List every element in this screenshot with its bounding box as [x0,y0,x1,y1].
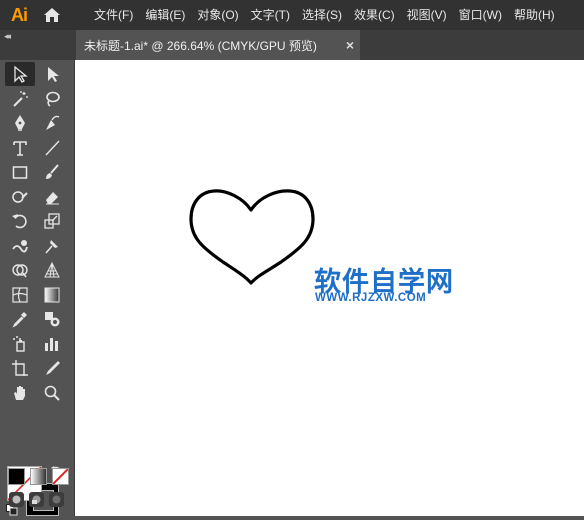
heart-shape[interactable] [187,186,315,290]
warp-tool-icon[interactable] [5,234,35,258]
close-tab-icon[interactable]: × [346,37,354,53]
rectangle-tool-icon[interactable] [5,160,35,184]
menu-effect[interactable]: 效果(C) [348,0,401,30]
scale-tool-icon[interactable] [37,209,67,233]
menu-object[interactable]: 对象(O) [191,0,244,30]
symbol-sprayer-tool-icon[interactable] [5,332,35,356]
magic-wand-tool-icon[interactable] [5,87,35,111]
column-graph-tool-icon[interactable] [37,332,67,356]
line-segment-tool-icon[interactable] [37,136,67,160]
gradient-tool-icon[interactable] [37,283,67,307]
menu-select[interactable]: 选择(S) [296,0,348,30]
puppet-warp-tool-icon[interactable] [37,234,67,258]
menu-help[interactable]: 帮助(H) [508,0,561,30]
shape-builder-tool-icon[interactable] [5,258,35,282]
selection-tool-icon[interactable] [5,62,35,86]
curvature-tool-icon[interactable] [37,111,67,135]
tools-panel [0,60,74,516]
menu-window[interactable]: 窗口(W) [453,0,508,30]
paintbrush-tool-icon[interactable] [37,160,67,184]
eyedropper-tool-icon[interactable] [5,307,35,331]
color-mode-icon[interactable] [8,468,25,485]
zoom-tool-icon[interactable] [37,381,67,405]
draw-behind-icon[interactable] [29,492,44,507]
app-logo: Ai [11,4,28,25]
pen-tool-icon[interactable] [5,111,35,135]
perspective-grid-tool-icon[interactable] [37,258,67,282]
rotate-tool-icon[interactable] [5,209,35,233]
watermark-url: WWW.RJZXW.COM [315,292,427,304]
none-mode-icon[interactable] [52,468,69,485]
tool-grid [5,62,69,405]
artboard-canvas[interactable]: 软件自学网 WWW.RJZXW.COM [75,60,584,516]
draw-inside-icon[interactable] [49,492,64,507]
blend-tool-icon[interactable] [37,307,67,331]
slice-tool-icon[interactable] [37,356,67,380]
main-menu: 文件(F) 编辑(E) 对象(O) 文字(T) 选择(S) 效果(C) 视图(V… [88,0,561,30]
mesh-tool-icon[interactable] [5,283,35,307]
artboard-tool-icon[interactable] [5,356,35,380]
color-mode-buttons [8,468,74,485]
gradient-mode-icon[interactable] [30,468,47,485]
draw-mode-buttons [9,492,69,507]
menu-file[interactable]: 文件(F) [88,0,139,30]
direct-selection-tool-icon[interactable] [37,62,67,86]
hand-tool-icon[interactable] [5,381,35,405]
eraser-tool-icon[interactable] [37,185,67,209]
draw-normal-icon[interactable] [9,492,24,507]
document-tab-bar: ◂◂ 未标题-1.ai* @ 266.64% (CMYK/GPU 预览) × [0,30,584,60]
menu-type[interactable]: 文字(T) [245,0,296,30]
lasso-tool-icon[interactable] [37,87,67,111]
home-icon[interactable] [38,0,66,30]
collapse-panel-icon[interactable]: ◂◂ [4,31,11,42]
menu-view[interactable]: 视图(V) [401,0,453,30]
document-tab[interactable]: 未标题-1.ai* @ 266.64% (CMYK/GPU 预览) × [76,30,360,60]
document-tab-title: 未标题-1.ai* @ 266.64% (CMYK/GPU 预览) [84,38,317,53]
menu-edit[interactable]: 编辑(E) [139,0,191,30]
menu-bar: Ai 文件(F) 编辑(E) 对象(O) 文字(T) 选择(S) 效果(C) 视… [0,0,584,30]
shaper-tool-icon[interactable] [5,185,35,209]
type-tool-icon[interactable] [5,136,35,160]
